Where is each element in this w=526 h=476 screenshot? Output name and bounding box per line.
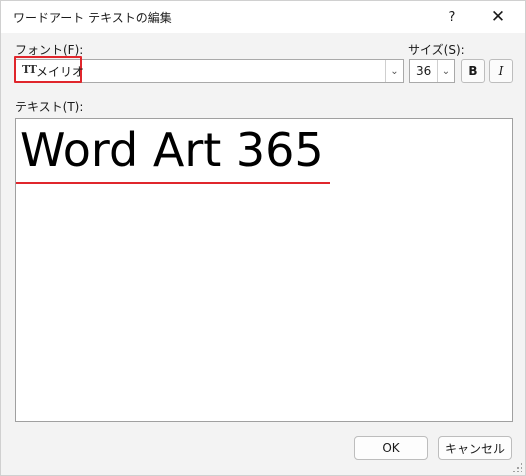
dialog-title: ワードアート テキストの編集 [13, 11, 172, 25]
text-label: テキスト(T): [15, 100, 84, 114]
italic-button[interactable]: I [489, 59, 513, 83]
size-label: サイズ(S): [408, 43, 465, 57]
cancel-button[interactable]: キャンセル [438, 436, 512, 460]
text-input-area[interactable]: Word Art 365 [15, 118, 513, 422]
chevron-down-icon[interactable]: ⌄ [437, 60, 454, 82]
ok-button[interactable]: OK [354, 436, 428, 460]
close-button[interactable]: ✕ [475, 1, 521, 33]
wordart-edit-dialog: ワードアート テキストの編集 ? ✕ フォント(F): サイズ(S): ⌄ TT… [0, 0, 526, 476]
truetype-icon: TT [22, 63, 37, 76]
wordart-text[interactable]: Word Art 365 [20, 123, 324, 177]
bold-button[interactable]: B [461, 59, 485, 83]
text-highlight-underline [16, 182, 330, 184]
resize-grip[interactable] [512, 462, 522, 472]
title-bar: ワードアート テキストの編集 ? ✕ [1, 1, 525, 33]
chevron-down-icon[interactable]: ⌄ [385, 60, 403, 82]
help-button[interactable]: ? [429, 1, 475, 33]
size-combobox[interactable]: 36 ⌄ [409, 59, 455, 83]
size-value[interactable]: 36 [416, 64, 431, 78]
font-value[interactable]: メイリオ [36, 63, 84, 80]
